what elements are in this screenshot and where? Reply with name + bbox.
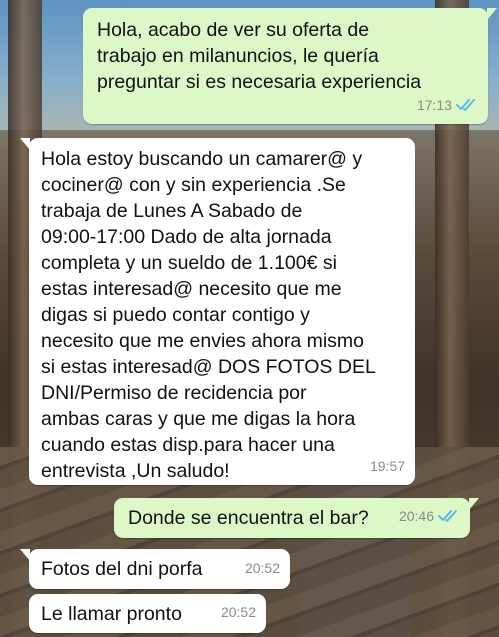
bubble-tail (20, 549, 30, 561)
message-outgoing[interactable]: Hola, acabo de ver su oferta de trabajo … (83, 8, 497, 124)
message-outgoing[interactable]: Donde se encuentra el bar? 20:46 (114, 498, 479, 538)
bubble-tail (469, 498, 479, 510)
message-meta: 20:52 (245, 555, 280, 581)
double-check-icon (456, 99, 475, 111)
message-incoming[interactable]: Fotos del dni porfa 20:52 (20, 549, 290, 589)
message-time: 20:46 (398, 508, 434, 524)
message-time: 19:57 (369, 458, 405, 474)
message-meta: 20:52 (221, 599, 256, 625)
message-incoming[interactable]: Hola estoy buscando un camarer@ y cocine… (20, 138, 415, 485)
bubble-tail (487, 8, 497, 20)
message-text: Hola estoy buscando un camarer@ y cocine… (41, 148, 376, 482)
message-incoming[interactable]: Le llamar pronto 20:52 (29, 594, 266, 633)
message-time: 17:13 (416, 97, 452, 113)
double-check-icon (438, 510, 457, 522)
message-text: Hola, acabo de ver su oferta de trabajo … (97, 19, 422, 93)
message-meta: 19:57 (370, 453, 405, 479)
message-time: 20:52 (244, 560, 280, 576)
message-meta: 20:46 (399, 503, 460, 529)
message-meta: 17:13 (417, 92, 478, 118)
bubble-tail (20, 138, 30, 150)
message-text: Fotos del dni porfa (41, 558, 203, 580)
message-time: 20:52 (220, 604, 256, 620)
